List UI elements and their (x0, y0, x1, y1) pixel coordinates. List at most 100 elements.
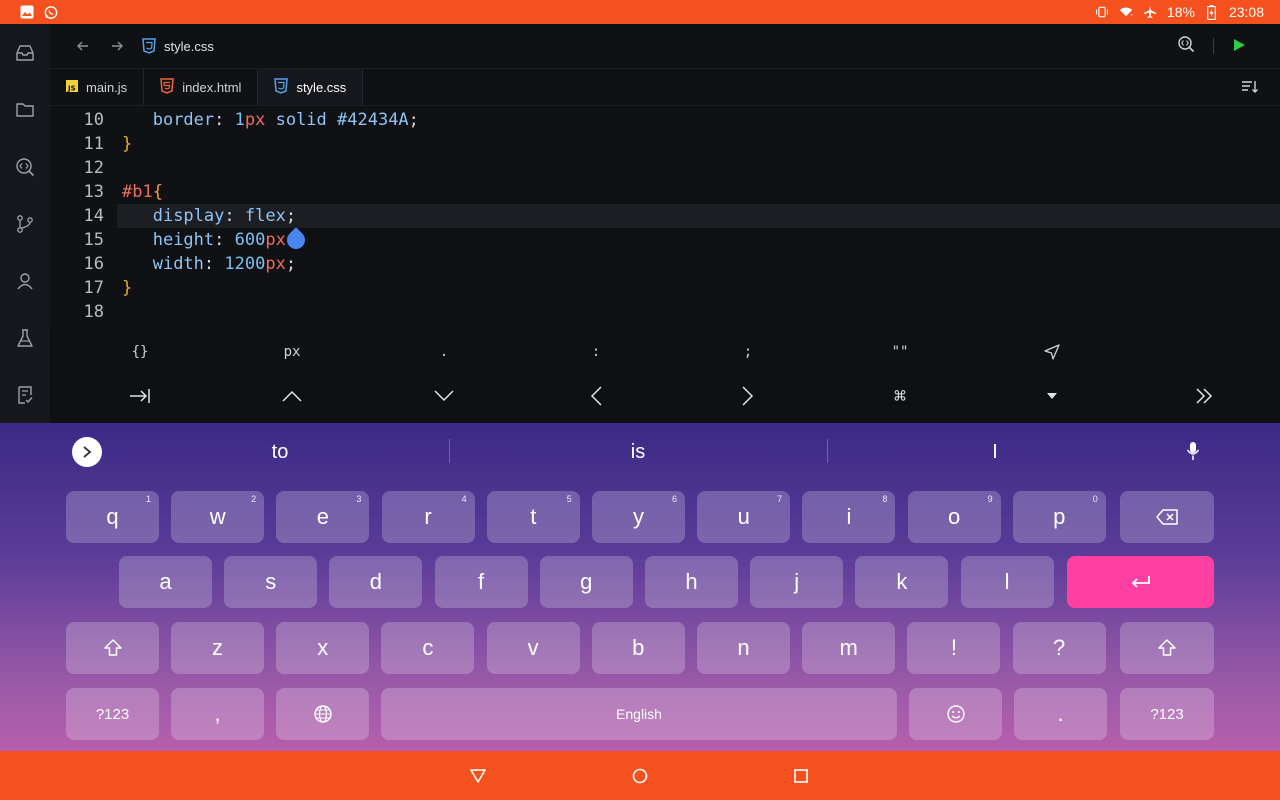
command-icon[interactable]: ⌘ (824, 374, 976, 418)
key-u[interactable]: u7 (697, 491, 791, 543)
code-editor[interactable]: 10 border: 1px solid #42434A; 11} 12 13 #b1{… (50, 106, 1280, 330)
code-token: flex (244, 206, 286, 226)
key-z[interactable]: z (171, 622, 264, 674)
code-token: width (152, 254, 204, 274)
code-line[interactable]: 12 (50, 156, 1280, 180)
code-line[interactable]: 15 height: 600px (50, 227, 1280, 253)
tab-main-js[interactable]: JS main.js (50, 69, 145, 105)
tasks-icon[interactable] (0, 366, 50, 423)
key-n[interactable]: n (697, 622, 790, 674)
key-i[interactable]: i8 (802, 491, 896, 543)
battery-charging-icon (1205, 4, 1219, 20)
code-line[interactable]: 17} (50, 276, 1280, 300)
code-line[interactable]: 10 border: 1px solid #42434A; (50, 108, 1280, 132)
key-k[interactable]: k (855, 556, 949, 608)
code-line[interactable]: 14 display: flex; (84, 204, 1280, 228)
down-chevron-icon[interactable] (368, 374, 520, 418)
symbols-key[interactable]: ?123 (66, 688, 159, 740)
send-icon[interactable] (976, 330, 1128, 374)
key-q[interactable]: q1 (66, 491, 159, 543)
left-chevron-icon[interactable] (520, 374, 672, 418)
key-question[interactable]: ? (1012, 622, 1106, 674)
comma-key[interactable]: , (171, 688, 264, 740)
key-m[interactable]: m (802, 622, 896, 674)
key-j[interactable]: j (750, 556, 844, 608)
right-chevron-icon[interactable] (672, 374, 824, 418)
shift-key-left[interactable] (66, 622, 159, 674)
suggestion-3[interactable]: I (840, 437, 1150, 467)
flask-icon[interactable] (0, 309, 50, 366)
tab-index-html[interactable]: index.html (144, 69, 259, 105)
key-a[interactable]: a (119, 556, 212, 608)
key-s[interactable]: s (224, 556, 318, 608)
account-icon[interactable] (0, 252, 50, 309)
backspace-key[interactable] (1120, 491, 1214, 543)
key-exclamation[interactable]: ! (907, 622, 1001, 674)
home-nav-icon[interactable] (630, 766, 650, 786)
key-g[interactable]: g (539, 556, 633, 608)
tab-style-css[interactable]: style.css (258, 69, 364, 105)
symbol-key-px[interactable]: px (216, 330, 368, 374)
key-d[interactable]: d (329, 556, 423, 608)
back-button[interactable] (66, 31, 100, 61)
code-line[interactable]: 16 width: 1200px; (50, 252, 1280, 276)
dropdown-icon[interactable] (976, 374, 1128, 418)
tab-icon[interactable] (64, 374, 216, 418)
recents-nav-icon[interactable] (791, 766, 811, 786)
enter-key[interactable] (1067, 556, 1214, 608)
key-o[interactable]: o9 (907, 491, 1001, 543)
suggestion-2[interactable]: is (460, 437, 816, 467)
key-label: q (106, 504, 119, 529)
shift-key-right[interactable] (1120, 622, 1214, 674)
search-code-icon[interactable] (0, 138, 50, 195)
key-w[interactable]: w2 (171, 491, 265, 543)
code-token: ; (285, 206, 297, 226)
svg-text:JS: JS (67, 84, 76, 92)
code-line[interactable]: 18 (50, 300, 1280, 324)
key-p[interactable]: p0 (1012, 491, 1106, 543)
symbol-key-colon[interactable]: : (520, 330, 672, 374)
key-e[interactable]: e3 (276, 491, 370, 543)
mic-icon[interactable] (1182, 439, 1204, 463)
forward-button[interactable] (100, 31, 134, 61)
symbol-key-semicolon[interactable]: ; (672, 330, 824, 374)
key-f[interactable]: f (434, 556, 528, 608)
source-control-icon[interactable] (0, 195, 50, 252)
up-chevron-icon[interactable] (216, 374, 368, 418)
key-t[interactable]: t5 (486, 491, 580, 543)
sort-icon[interactable] (1220, 69, 1280, 105)
space-key[interactable]: English (381, 688, 897, 740)
key-h[interactable]: h (645, 556, 738, 608)
language-key[interactable] (276, 688, 369, 740)
key-v[interactable]: v (486, 622, 580, 674)
symbol-key-braces[interactable]: {} (64, 330, 216, 374)
search-code-icon[interactable] (1177, 35, 1195, 57)
run-icon[interactable] (1232, 37, 1246, 56)
key-r[interactable]: r4 (381, 491, 475, 543)
more-icon[interactable] (1128, 374, 1280, 418)
code-line[interactable]: 11} (50, 132, 1280, 156)
key-c[interactable]: c (381, 622, 475, 674)
code-token: px (265, 230, 286, 250)
symbol-key-dot[interactable]: . (368, 330, 520, 374)
back-nav-icon[interactable] (468, 766, 488, 786)
key-label: i (846, 504, 852, 529)
cursor-handle[interactable] (283, 227, 309, 253)
key-y[interactable]: y6 (592, 491, 685, 543)
key-label: . (1057, 701, 1064, 726)
expand-toolbar-icon[interactable] (72, 437, 102, 467)
emoji-key[interactable] (909, 688, 1002, 740)
css-icon (274, 77, 289, 97)
key-b[interactable]: b (591, 622, 685, 674)
symbols-key-right[interactable]: ?123 (1120, 688, 1214, 740)
suggestion-1[interactable]: to (120, 437, 440, 467)
period-key[interactable]: . (1014, 688, 1107, 740)
key-x[interactable]: x (276, 622, 370, 674)
key-hint: 9 (987, 494, 993, 504)
symbol-key-quotes[interactable]: "" (824, 330, 976, 374)
key-l[interactable]: l (960, 556, 1054, 608)
inbox-icon[interactable] (0, 24, 50, 81)
html-icon (160, 77, 175, 97)
code-line[interactable]: 13 #b1{ (50, 180, 1280, 204)
folder-icon[interactable] (0, 81, 50, 138)
